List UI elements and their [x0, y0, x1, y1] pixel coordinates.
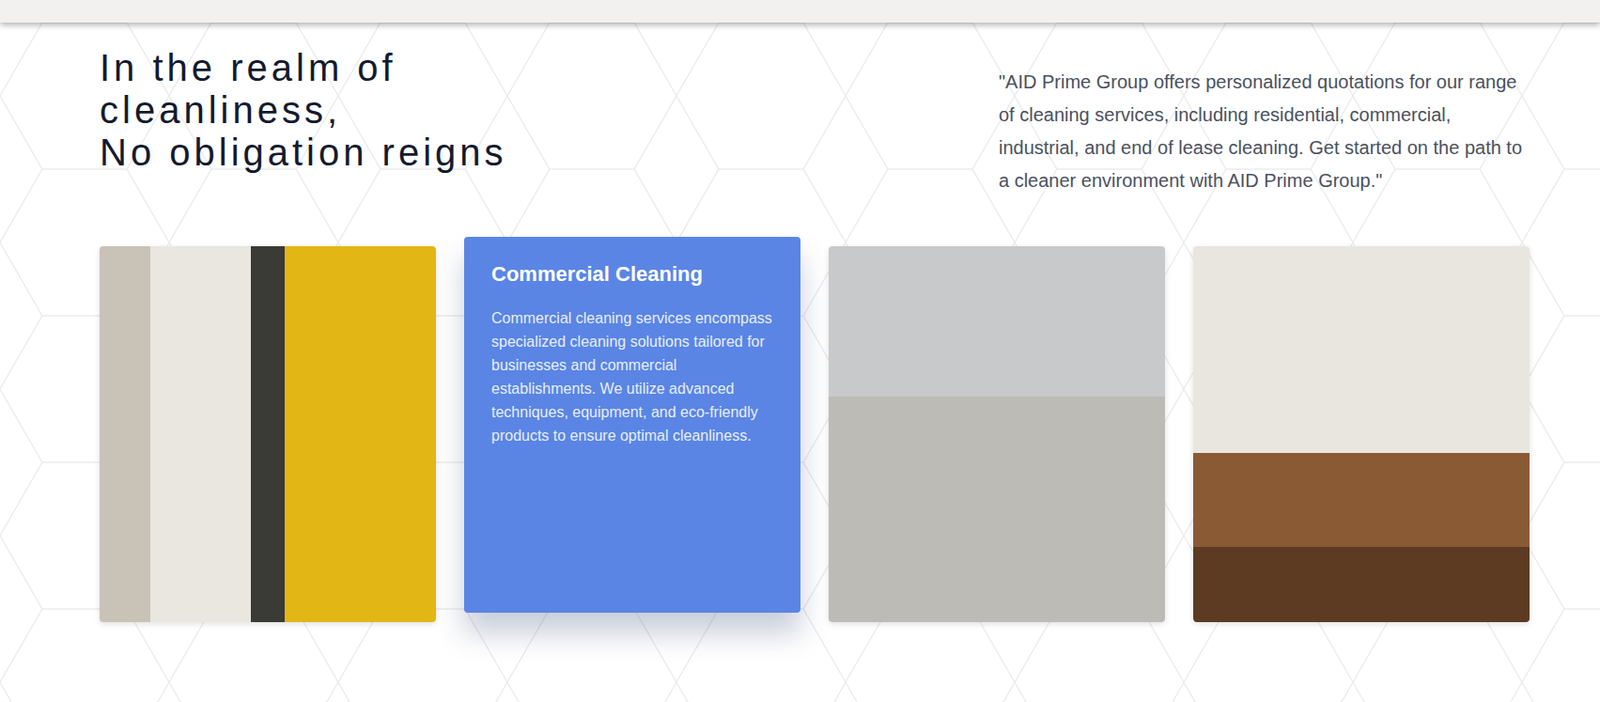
page-heading: In the realm of cleanliness,No obligatio… [99, 46, 636, 174]
content-area: In the realm of cleanliness,No obligatio… [0, 22, 1600, 702]
service-card[interactable] [99, 246, 436, 622]
intro-quote: "AID Prime Group offers personalized quo… [998, 65, 1527, 198]
top-bar [0, 0, 1600, 23]
card-overlay: Commercial Cleaning Commercial cleaning s… [464, 236, 801, 472]
heading-line: No obligation reigns [99, 131, 636, 174]
card-text: Commercial cleaning services encompass s… [491, 306, 774, 448]
intro-row: In the realm of cleanliness,No obligatio… [99, 46, 1527, 198]
heading-line: In the realm of cleanliness, [99, 46, 636, 132]
service-card[interactable] [828, 246, 1166, 622]
service-card[interactable]: Commercial Cleaning Commercial cleaning s… [464, 236, 801, 613]
card-title: Commercial Cleaning [491, 261, 774, 288]
service-card[interactable] [1193, 246, 1530, 622]
service-cards: Commercial Cleaning Commercial cleaning s… [99, 246, 1527, 622]
